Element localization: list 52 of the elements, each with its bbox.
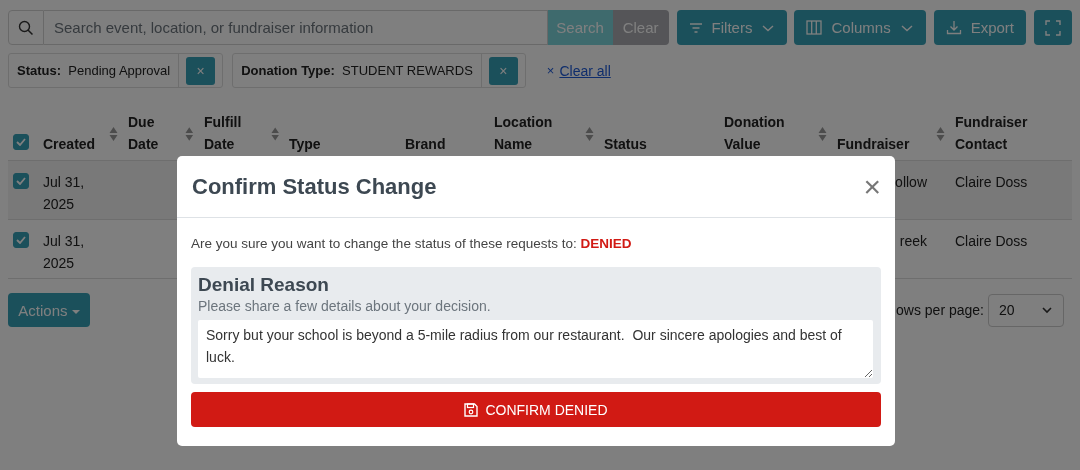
chevron-down-icon	[899, 22, 914, 33]
column-header[interactable]: Status	[604, 133, 647, 160]
sort-icon[interactable]	[109, 125, 118, 142]
sort-icon[interactable]	[185, 125, 194, 142]
check-icon	[16, 177, 26, 185]
rows-per-page-select[interactable]: 20	[988, 293, 1064, 327]
table-cell-text: Jul 31, 2025	[43, 232, 86, 273]
column-header[interactable]: Location Name	[494, 111, 574, 160]
chevron-down-icon	[1041, 306, 1053, 314]
sort-icon[interactable]	[818, 125, 827, 142]
select-all-checkbox[interactable]	[13, 134, 29, 150]
dialog-title: Confirm Status Change	[192, 173, 437, 200]
column-header[interactable]: Fundraiser Contact	[955, 111, 1035, 160]
fullscreen-button[interactable]	[1034, 10, 1072, 45]
save-icon	[464, 402, 479, 417]
reason-field[interactable]: Sorry but your school is beyond a 5-mile radius from our restaurant. Our sincere apologies and best of luck.	[198, 320, 873, 378]
column-header[interactable]: Created	[43, 133, 96, 160]
table-cell-text: Claire Doss	[955, 232, 1028, 251]
close-button[interactable]: ×	[863, 171, 881, 202]
column-header[interactable]: Fundraiser	[837, 133, 910, 160]
filter-label: Donation Type: STUDENT REWARDS	[240, 62, 474, 80]
confirm-denied-button[interactable]: CONFIRM DENIED	[191, 392, 881, 427]
chevron-down-icon	[761, 22, 776, 33]
row-checkbox[interactable]	[13, 173, 29, 189]
fullscreen-icon	[1045, 19, 1061, 36]
rows-per-page-label: ows per page:	[896, 302, 984, 318]
column-header[interactable]: Due Date	[128, 111, 186, 160]
column-header[interactable]: Type	[289, 133, 321, 160]
download-icon	[945, 20, 962, 35]
filter-label: Status: Pending Approval	[16, 62, 172, 80]
row-checkbox[interactable]	[13, 232, 29, 248]
columns-icon	[806, 20, 823, 35]
clear-all-link[interactable]: Clear all	[559, 62, 611, 79]
sort-icon[interactable]	[270, 125, 279, 142]
sort-icon[interactable]	[585, 125, 594, 142]
clear-all-icon: ×	[546, 63, 555, 78]
confirm-message: Are you sure you want to change the status of these requests to: DENIED	[191, 236, 633, 251]
sort-icon[interactable]	[936, 125, 945, 142]
check-icon	[16, 138, 26, 146]
column-header[interactable]: Fulfill Date	[204, 111, 271, 160]
search-field[interactable]: Search event, location, or fundraiser information	[44, 10, 548, 45]
table-cell-text: ollow	[895, 173, 927, 192]
reason-hint: Please share a few details about your decision.	[198, 298, 492, 314]
table-cell-text: reek	[899, 232, 927, 251]
check-icon	[16, 236, 26, 244]
filter-icon	[688, 21, 703, 34]
search-icon	[18, 19, 34, 36]
table-cell-text: Jul 31, 2025	[43, 173, 86, 214]
column-header[interactable]: Donation Value	[724, 111, 804, 160]
reason-title: Denial Reason	[198, 274, 330, 296]
table-cell-text: Claire Doss	[955, 173, 1028, 192]
column-header[interactable]: Brand	[405, 133, 446, 160]
